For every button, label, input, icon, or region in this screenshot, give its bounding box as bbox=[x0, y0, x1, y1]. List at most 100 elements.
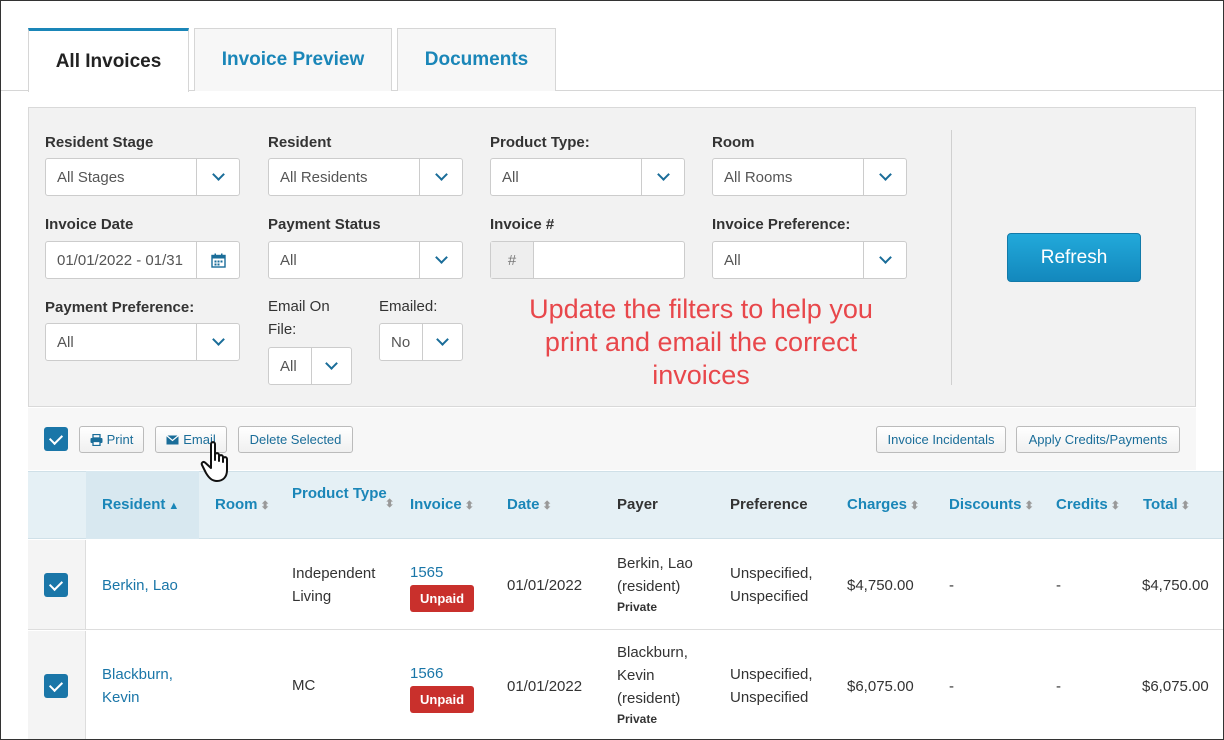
chevron-down-icon[interactable] bbox=[863, 159, 906, 195]
payment-status-select[interactable]: All bbox=[268, 241, 463, 279]
date-cell: 01/01/2022 bbox=[507, 678, 583, 695]
email-on-file-label: Email On File: bbox=[268, 298, 330, 338]
date-cell: 01/01/2022 bbox=[507, 577, 583, 594]
total-cell: $4,750.00 bbox=[1142, 577, 1209, 594]
row-checkbox[interactable] bbox=[44, 573, 68, 597]
payment-preference-select[interactable]: All bbox=[45, 323, 240, 361]
column-discounts[interactable]: Discounts ⬍ bbox=[949, 493, 1034, 518]
column-resident[interactable]: Resident ▲ bbox=[102, 493, 179, 518]
chevron-down-icon[interactable] bbox=[419, 242, 462, 278]
discounts-cell: - bbox=[949, 577, 954, 594]
column-product-type[interactable]: Product Type ⬍ bbox=[292, 482, 394, 510]
annotation-text: Update the filters to help you print and… bbox=[529, 294, 873, 390]
invoice-number-label: Invoice # bbox=[490, 216, 555, 233]
tab-invoice-preview[interactable]: Invoice Preview bbox=[194, 28, 392, 91]
invoice-number-input[interactable] bbox=[534, 242, 684, 278]
charges-cell: $4,750.00 bbox=[847, 577, 914, 594]
column-total[interactable]: Total ⬍ bbox=[1143, 493, 1190, 518]
column-payer: Payer bbox=[617, 496, 658, 513]
emailed-label: Emailed: bbox=[379, 298, 438, 315]
credits-cell: - bbox=[1056, 678, 1061, 695]
invoice-link[interactable]: 1565 bbox=[410, 561, 474, 584]
chevron-down-icon[interactable] bbox=[196, 159, 239, 195]
invoice-cell: 1566 Unpaid bbox=[410, 662, 475, 713]
panel-divider bbox=[951, 130, 952, 385]
delete-selected-button[interactable]: Delete Selected bbox=[238, 426, 353, 453]
column-charges[interactable]: Charges ⬍ bbox=[847, 493, 919, 518]
resident-link[interactable]: Berkin, Lao bbox=[102, 574, 178, 597]
resident-value: All Residents bbox=[280, 168, 368, 186]
filter-panel: Resident Stage All Stages Resident All R… bbox=[28, 107, 1196, 407]
payer-type: Private bbox=[617, 712, 658, 726]
invoice-number-field[interactable]: # bbox=[490, 241, 685, 279]
credits-cell: - bbox=[1056, 577, 1061, 594]
preference-cell: Unspecified, Unspecified bbox=[730, 666, 813, 706]
tab-documents[interactable]: Documents bbox=[397, 28, 556, 91]
invoice-date-label: Invoice Date bbox=[45, 216, 134, 233]
payer-cell: Blackburn, Kevin (resident) Private bbox=[617, 641, 712, 728]
invoice-preference-select[interactable]: All bbox=[712, 241, 907, 279]
product-type-cell: MC bbox=[292, 677, 316, 694]
refresh-button[interactable]: Refresh bbox=[1007, 233, 1141, 282]
tab-all-invoices[interactable]: All Invoices bbox=[28, 28, 189, 92]
chevron-down-icon[interactable] bbox=[196, 324, 239, 360]
product-type-select[interactable]: All bbox=[490, 158, 685, 196]
payer-name: Blackburn, Kevin (resident) bbox=[617, 644, 688, 707]
room-label: Room bbox=[712, 134, 755, 151]
charges-cell: $6,075.00 bbox=[847, 678, 914, 695]
print-label: Print bbox=[106, 432, 134, 447]
email-on-file-select[interactable]: All bbox=[268, 347, 352, 385]
chevron-down-icon[interactable] bbox=[863, 242, 906, 278]
product-type-label: Product Type: bbox=[490, 134, 590, 151]
total-cell: $6,075.00 bbox=[1142, 678, 1209, 695]
payer-name: Berkin, Lao (resident) bbox=[617, 555, 693, 595]
calendar-icon[interactable] bbox=[196, 242, 239, 278]
resident-label: Resident bbox=[268, 134, 332, 151]
resident-select[interactable]: All Residents bbox=[268, 158, 463, 196]
invoice-cell: 1565 Unpaid bbox=[410, 561, 475, 612]
chevron-down-icon[interactable] bbox=[311, 348, 351, 384]
discounts-cell: - bbox=[949, 678, 954, 695]
column-credits[interactable]: Credits ⬍ bbox=[1056, 493, 1120, 518]
resident-stage-label: Resident Stage bbox=[45, 134, 154, 151]
emailed-select[interactable]: No bbox=[379, 323, 463, 361]
payer-cell: Berkin, Lao (resident) Private bbox=[617, 552, 712, 616]
invoice-preference-label: Invoice Preference: bbox=[712, 216, 851, 233]
room-value: All Rooms bbox=[724, 168, 793, 186]
chevron-down-icon[interactable] bbox=[419, 159, 462, 195]
invoice-preference-value: All bbox=[724, 251, 741, 269]
payment-preference-label: Payment Preference: bbox=[45, 299, 195, 316]
row-checkbox[interactable] bbox=[44, 674, 68, 698]
invoice-date-value[interactable]: 01/01/2022 - 01/31 bbox=[46, 242, 196, 278]
preference-cell: Unspecified, Unspecified bbox=[730, 565, 813, 605]
emailed-value: No bbox=[391, 333, 411, 351]
column-invoice[interactable]: Invoice ⬍ bbox=[410, 493, 474, 518]
product-type-cell: Independent Living bbox=[292, 565, 376, 605]
column-date[interactable]: Date ⬍ bbox=[507, 493, 552, 518]
invoice-link[interactable]: 1566 bbox=[410, 662, 474, 685]
chevron-down-icon[interactable] bbox=[641, 159, 684, 195]
status-badge: Unpaid bbox=[410, 585, 475, 612]
payment-preference-value: All bbox=[57, 333, 74, 351]
column-room[interactable]: Room ⬍ bbox=[215, 493, 270, 518]
resident-stage-value: All Stages bbox=[57, 168, 125, 186]
hash-prefix: # bbox=[491, 242, 534, 278]
print-button[interactable]: Print bbox=[79, 426, 144, 453]
resident-link[interactable]: Blackburn, Kevin bbox=[102, 663, 192, 709]
email-on-file-value: All bbox=[280, 357, 297, 375]
tab-bar: All Invoices Invoice Preview Documents bbox=[0, 0, 1224, 92]
hand-pointer-icon bbox=[200, 440, 238, 493]
apply-credits-payments-button[interactable]: Apply Credits/Payments bbox=[1016, 426, 1180, 453]
chevron-down-icon[interactable] bbox=[422, 324, 462, 360]
payment-status-value: All bbox=[280, 251, 297, 269]
payment-status-label: Payment Status bbox=[268, 216, 381, 233]
invoice-date-picker[interactable]: 01/01/2022 - 01/31 bbox=[45, 241, 240, 279]
invoice-incidentals-button[interactable]: Invoice Incidentals bbox=[876, 426, 1006, 453]
resident-stage-select[interactable]: All Stages bbox=[45, 158, 240, 196]
product-type-value: All bbox=[502, 168, 519, 186]
payer-type: Private bbox=[617, 600, 658, 614]
room-select[interactable]: All Rooms bbox=[712, 158, 907, 196]
select-all-checkbox[interactable] bbox=[44, 427, 68, 451]
column-preference: Preference bbox=[730, 496, 808, 513]
envelope-icon bbox=[166, 434, 180, 444]
